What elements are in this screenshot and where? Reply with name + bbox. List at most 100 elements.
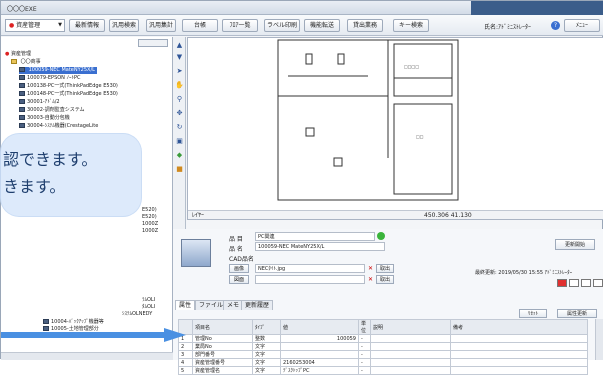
reset-button[interactable]: ﾘｾｯﾄ [519,309,547,318]
menu-button[interactable]: ﾒﾆｭｰ [564,19,600,32]
folder-icon [11,59,17,64]
table-row[interactable]: 1 管理No 整数 100059 - [178,334,588,343]
tree-node-label: 30004-ｼｽﾃﾑ機器(CrestageLite [27,123,99,129]
remove-drawing-button[interactable]: 取出 [376,275,394,284]
pin-icon: ● [5,51,10,57]
arrow-up-icon[interactable]: ▲ [175,41,184,50]
tree-node[interactable]: 30001-ｱﾄﾞﾑ/2 [19,99,60,106]
last-updated: 最終更新: 2019/05/30 15:55 ｱﾄﾞﾐﾆｽﾄﾚｰﾀｰ [475,270,573,276]
tree-node-partial[interactable]: 1000Z [142,228,158,235]
description-cell [370,358,451,367]
remove-image-button[interactable]: 取出 [376,264,394,273]
paint-icon[interactable]: ■ [175,165,184,174]
table-row[interactable]: 3 部門番号 文字 - [178,350,588,359]
tab-memo[interactable]: メモ [223,300,244,310]
tree-node[interactable]: 30003-自動分包機 [19,115,70,122]
table-row[interactable]: 4 資産管理番号 文字 2160253004 - [178,358,588,367]
table-row[interactable]: 2 業局No 文字 - [178,342,588,351]
swatch-white[interactable] [581,279,591,287]
item-name-cell: 部門番号 [192,350,253,359]
column-header: 単位 [358,319,371,335]
layer-icon[interactable]: ◆ [175,151,184,160]
value-cell[interactable] [280,342,359,351]
note-cell [450,350,588,359]
update-start-button[interactable]: 更新開始 [555,239,595,250]
tree-node-partial[interactable]: ﾀﾑOLI [142,304,155,311]
row-number: 3 [178,350,193,359]
tree-node-label: 資産管理 [10,51,31,57]
device-icon [19,107,25,112]
tree-node-partial[interactable]: ｼｽﾃﾑOLNEDY [122,311,152,318]
item-name-cell: 業局No [192,342,253,351]
swatch-red[interactable] [557,279,567,287]
name-field[interactable]: 100059-NEC MateNY25X/L [255,242,385,251]
image-file-field[interactable]: NECﾀｲﾄ.jpg [255,264,365,273]
value-cell[interactable]: 2160253004 [280,358,359,367]
drawing-button[interactable]: 図面 [229,275,249,284]
image-button[interactable]: 画像 [229,264,249,273]
table-row[interactable]: 5 資産管理名 文字 ﾃﾞｽｸﾄｯﾌﾟPC - [178,366,588,375]
unit-cell: - [358,342,371,351]
drawing-file-field[interactable] [255,275,365,284]
app-window: 〇〇〇EXE ● 資産管理 ▼ 最新情報 汎用検索 汎用集計 台帳 ﾌﾛｱ一覧 … [0,0,603,375]
app-title: 〇〇〇EXE [7,6,37,13]
floor-list-button[interactable]: ﾌﾛｱ一覧 [222,19,258,32]
value-cell[interactable]: ﾃﾞｽｸﾄｯﾌﾟPC [280,366,359,375]
column-header: 備考 [450,319,588,335]
lending-button[interactable]: 貸出業務 [347,19,383,32]
tree-node[interactable]: 100138-PC一式(ThinkPadEdge E530) [19,83,118,90]
tree-node-label: 100138-PC一式(ThinkPadEdge E530) [27,83,118,89]
move-icon[interactable]: ✥ [175,109,184,118]
tree-node-label: 100079-EPSON ﾉｰﾄPC [27,75,81,81]
value-cell[interactable]: 100059 [280,334,359,343]
ledger-button[interactable]: 台帳 [182,19,218,32]
zoom-icon[interactable]: ⚲ [175,95,184,104]
category-field[interactable]: PC関連 [255,232,375,241]
table-scrollbar[interactable] [595,319,603,360]
tree-node[interactable]: 〇〇商事 [11,59,41,66]
latest-info-button[interactable]: 最新情報 [69,19,105,32]
general-search-button[interactable]: 汎用検索 [109,19,139,32]
tree-node-label: 10004-ﾊﾞｯｸｱｯﾌﾟ機器等 [51,319,104,325]
clear-icon[interactable]: ✕ [368,276,373,283]
tree-node-partial[interactable]: ﾗﾑOLI [142,297,155,304]
tab-update-history[interactable]: 更新履歴 [241,300,274,310]
tree-node-label: 100059-NEC MateNY25X/L [28,67,95,73]
tree-node[interactable]: ● 資産管理 [5,51,31,58]
tree-node-partial[interactable]: E520) [142,207,157,214]
value-cell[interactable] [280,350,359,359]
tree-node[interactable]: 10004-ﾊﾞｯｸｱｯﾌﾟ機器等 [43,319,104,326]
floor-map[interactable]: □□□□ □□ ﾚｲﾔｰ 450.306 41.130 [187,37,603,220]
clear-icon[interactable]: ✕ [368,265,373,272]
swatch-white[interactable] [593,279,603,287]
pc-icon [19,91,25,96]
label-print-button[interactable]: ラベル印刷 [264,19,300,32]
unit-cell: - [358,334,371,343]
type-cell: 文字 [252,342,281,351]
function-transfer-button[interactable]: 機能転送 [304,19,340,32]
category-select[interactable]: ● 資産管理 ▼ [5,19,65,32]
general-aggregate-button[interactable]: 汎用集計 [146,19,176,32]
tree-node[interactable]: 100148-PC一式(ThinkPadEdge E530) [19,91,118,98]
table-header-row: 項目名 ﾀｲﾌﾟ 値 単位 説明 備考 [178,319,588,335]
swatch-white[interactable] [569,279,579,287]
tree-node-partial[interactable]: E520) [142,214,157,221]
arrow-down-icon[interactable]: ▼ [175,53,184,62]
tree-node[interactable]: 30004-ｼｽﾃﾑ機器(CrestageLite [19,123,98,130]
floor-plan-drawing[interactable]: □□□□ □□ [188,38,603,212]
select-area-icon[interactable]: ▣ [175,137,184,146]
menu-label: ﾒﾆｭｰ [575,22,588,29]
note-cell [450,342,588,351]
attribute-update-button[interactable]: 属性更新 [557,309,597,318]
tree-node-partial[interactable]: 1000Z [142,221,158,228]
tab-attributes[interactable]: 属性 [175,300,196,310]
tree-node[interactable]: 30002-調剤監査システム [19,107,85,114]
hand-icon[interactable]: ✋ [175,81,184,90]
key-search-button[interactable]: キー検索 [393,19,429,32]
tree-node[interactable]: 100079-EPSON ﾉｰﾄPC [19,75,81,82]
tree-node-selected[interactable]: 100059-NEC MateNY25X/L [19,67,97,74]
rotate-icon[interactable]: ↻ [175,123,184,132]
help-icon[interactable]: ? [551,21,560,30]
tree-toolbar[interactable] [138,39,168,47]
pointer-icon[interactable]: ➤ [175,67,184,76]
